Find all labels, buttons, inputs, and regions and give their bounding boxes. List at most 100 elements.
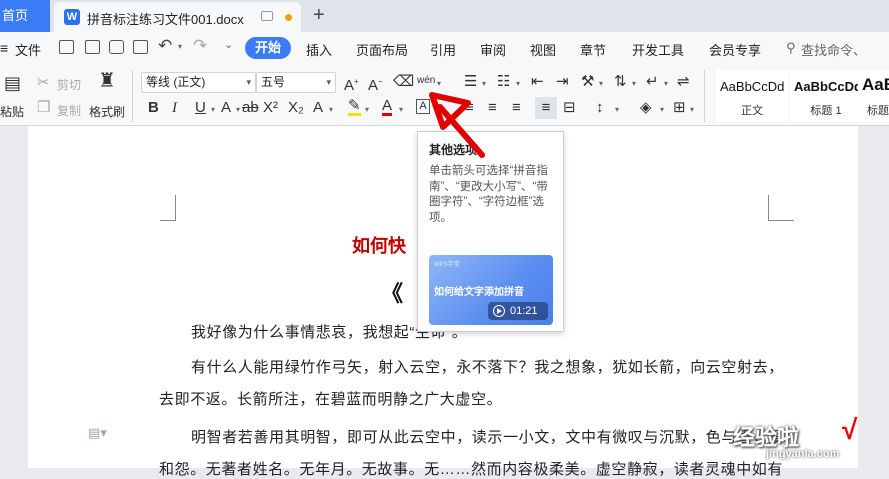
underline-icon[interactable]: U xyxy=(195,99,206,117)
justify-icon[interactable]: ≡ xyxy=(535,97,557,119)
style-heading-1[interactable]: AaBbCcDd 标题 1 xyxy=(790,70,862,122)
copy-label[interactable]: 复制 xyxy=(57,102,81,119)
document-tab[interactable]: W 拼音标注练习文件001.docx xyxy=(54,2,301,32)
font-color-icon[interactable]: A xyxy=(382,98,393,116)
menu-developer[interactable]: 开发工具 xyxy=(632,40,684,59)
align-right-icon[interactable]: ≡ xyxy=(512,99,521,117)
text-effect-dropdown-icon[interactable]: ▾ xyxy=(236,105,240,114)
redo-icon[interactable]: ↷ xyxy=(193,36,207,56)
undo-dropdown-icon[interactable]: ▾ xyxy=(178,42,182,51)
format-painter-label[interactable]: 格式刷 xyxy=(89,103,125,120)
video-duration-badge[interactable]: 01:21 xyxy=(488,302,548,320)
font-name-value: 等线 (正文) xyxy=(146,75,206,89)
style-name: 标题 xyxy=(867,105,889,117)
video-brand: WPS学堂 xyxy=(434,262,460,268)
tooltip-description: 单击箭头可选择“拼音指南”、“更改大小写”、“带圈字符”、“字符边框”选项。 xyxy=(429,165,548,224)
increase-font-icon[interactable]: A+ xyxy=(344,73,359,95)
style-preview: AaBbCcDd xyxy=(794,79,862,94)
style-heading[interactable]: AaBl 标题 xyxy=(858,70,889,122)
strikethrough-icon[interactable]: ab xyxy=(242,99,259,117)
paste-icon[interactable]: ▤ xyxy=(4,74,21,92)
menu-page-layout[interactable]: 页面布局 xyxy=(356,40,408,59)
print-preview-icon[interactable] xyxy=(133,40,148,54)
style-name: 标题 1 xyxy=(810,105,842,117)
new-tab-button[interactable]: + xyxy=(313,3,325,27)
line-spacing-icon[interactable]: ↕ xyxy=(596,99,604,117)
highlighter-icon[interactable]: ✎ xyxy=(348,98,361,116)
menu-references[interactable]: 引用 xyxy=(430,40,456,59)
font-name-select[interactable]: 等线 (正文) ▾ xyxy=(141,72,256,93)
menu-section[interactable]: 章节 xyxy=(580,40,606,59)
highlight-dropdown-icon[interactable]: ▾ xyxy=(329,105,333,114)
chinese-layout-dropdown-icon[interactable]: ▾ xyxy=(599,79,603,88)
wps-writer-icon: W xyxy=(64,9,80,25)
shading-icon[interactable]: ◈ xyxy=(640,99,652,117)
document-line: 和怨。无著者姓名。无年月。无故事。无……然而内容极柔美。虚空静寂，读者灵魂中如有 xyxy=(159,461,784,478)
style-gallery: AaBbCcDd 正文 AaBbCcDd 标题 1 AaBl 标题 xyxy=(712,70,889,122)
document-line: 去即不返。长箭所注，在碧蓝而明静之广大虚空。 xyxy=(159,391,503,408)
watermark-url: jingyanla.com xyxy=(766,448,840,460)
menu-insert[interactable]: 插入 xyxy=(306,40,332,59)
sort-dropdown-icon[interactable]: ▾ xyxy=(632,79,636,88)
show-marks-icon[interactable]: ↵ xyxy=(646,73,659,91)
text-direction-icon[interactable]: ⇌ xyxy=(677,73,690,91)
font-color-dropdown-icon[interactable]: ▾ xyxy=(399,105,403,114)
save-icon[interactable] xyxy=(59,40,74,54)
text-effect-icon[interactable]: A xyxy=(221,99,231,117)
shading-dropdown-icon[interactable]: ▾ xyxy=(660,105,664,114)
menu-view[interactable]: 视图 xyxy=(530,40,556,59)
sort-icon[interactable]: ⇅ xyxy=(614,73,627,91)
font-size-select[interactable]: 五号 ▾ xyxy=(256,72,336,93)
italic-icon[interactable]: I xyxy=(172,99,177,117)
search-icon[interactable]: ⚲ xyxy=(786,40,796,56)
subscript-icon[interactable]: X₂ xyxy=(288,99,304,117)
menu-member[interactable]: 会员专享 xyxy=(709,40,761,59)
margin-corner-mark xyxy=(768,195,794,221)
chinese-layout-icon[interactable]: ⚒ xyxy=(581,73,594,91)
export-pdf-icon[interactable] xyxy=(85,40,100,54)
document-line: 明智者若善用其明智，即可从此云空中，读示一小文，文中有微叹与沉默，色与香，爱 xyxy=(191,429,784,446)
window-mode-icon[interactable] xyxy=(261,11,273,21)
style-preview: AaBl xyxy=(862,75,889,94)
ribbon-divider xyxy=(132,70,133,122)
line-spacing-dropdown-icon[interactable]: ▾ xyxy=(615,105,619,114)
print-icon[interactable] xyxy=(109,40,124,54)
menu-file[interactable]: 文件 xyxy=(15,40,41,59)
watermark-check-icon: √ xyxy=(842,414,858,445)
borders-dropdown-icon[interactable]: ▾ xyxy=(690,105,694,114)
show-marks-dropdown-icon[interactable]: ▾ xyxy=(664,79,668,88)
highlight-text-icon[interactable]: A xyxy=(313,99,323,117)
document-subheading: 《 xyxy=(381,281,404,306)
tab-bar: 首页 W 拼音标注练习文件001.docx + xyxy=(0,0,889,32)
numbered-list-dropdown-icon[interactable]: ▾ xyxy=(516,79,520,88)
menu-hamburger-icon[interactable]: ≡ xyxy=(0,40,8,56)
search-command-box[interactable]: 查找命令、 xyxy=(801,40,866,59)
unsaved-indicator-icon xyxy=(285,14,292,21)
home-tab[interactable]: 首页 xyxy=(0,0,50,32)
quick-access-more-icon[interactable]: ⌄ xyxy=(224,38,233,51)
decrease-font-icon[interactable]: A− xyxy=(368,73,383,95)
undo-icon[interactable]: ↶ xyxy=(158,36,172,56)
highlighter-dropdown-icon[interactable]: ▾ xyxy=(365,105,369,114)
borders-icon[interactable]: ⊞ xyxy=(673,99,686,117)
format-painter-icon[interactable]: ♜ xyxy=(98,71,116,91)
chevron-down-icon: ▾ xyxy=(246,77,251,87)
menu-bar: ≡ 文件 ↶ ▾ ↷ ⌄ 插入 页面布局 引用 审阅 视图 章节 开发工具 会员… xyxy=(0,32,889,64)
increase-indent-icon[interactable]: ⇥ xyxy=(556,73,569,91)
menu-review[interactable]: 审阅 xyxy=(480,40,506,59)
underline-dropdown-icon[interactable]: ▾ xyxy=(211,105,215,114)
distributed-align-icon[interactable]: ⊟ xyxy=(563,99,576,117)
margin-corner-mark xyxy=(160,195,176,221)
paragraph-handle-icon[interactable]: ▤▾ xyxy=(88,424,107,442)
ribbon-divider xyxy=(704,70,705,122)
cut-label[interactable]: 剪切 xyxy=(57,76,81,93)
style-normal[interactable]: AaBbCcDd 正文 xyxy=(716,70,788,122)
copy-icon[interactable]: ❐ xyxy=(37,99,50,117)
tutorial-video-card[interactable]: WPS学堂 如何给文字添加拼音 01:21 xyxy=(429,255,553,325)
decrease-indent-icon[interactable]: ⇤ xyxy=(531,73,544,91)
bold-icon[interactable]: B xyxy=(148,99,159,117)
cut-icon[interactable]: ✂ xyxy=(37,74,50,92)
superscript-icon[interactable]: X² xyxy=(263,99,278,117)
menu-start[interactable]: 开始 xyxy=(245,37,291,59)
paste-label[interactable]: 粘贴 xyxy=(0,103,24,120)
